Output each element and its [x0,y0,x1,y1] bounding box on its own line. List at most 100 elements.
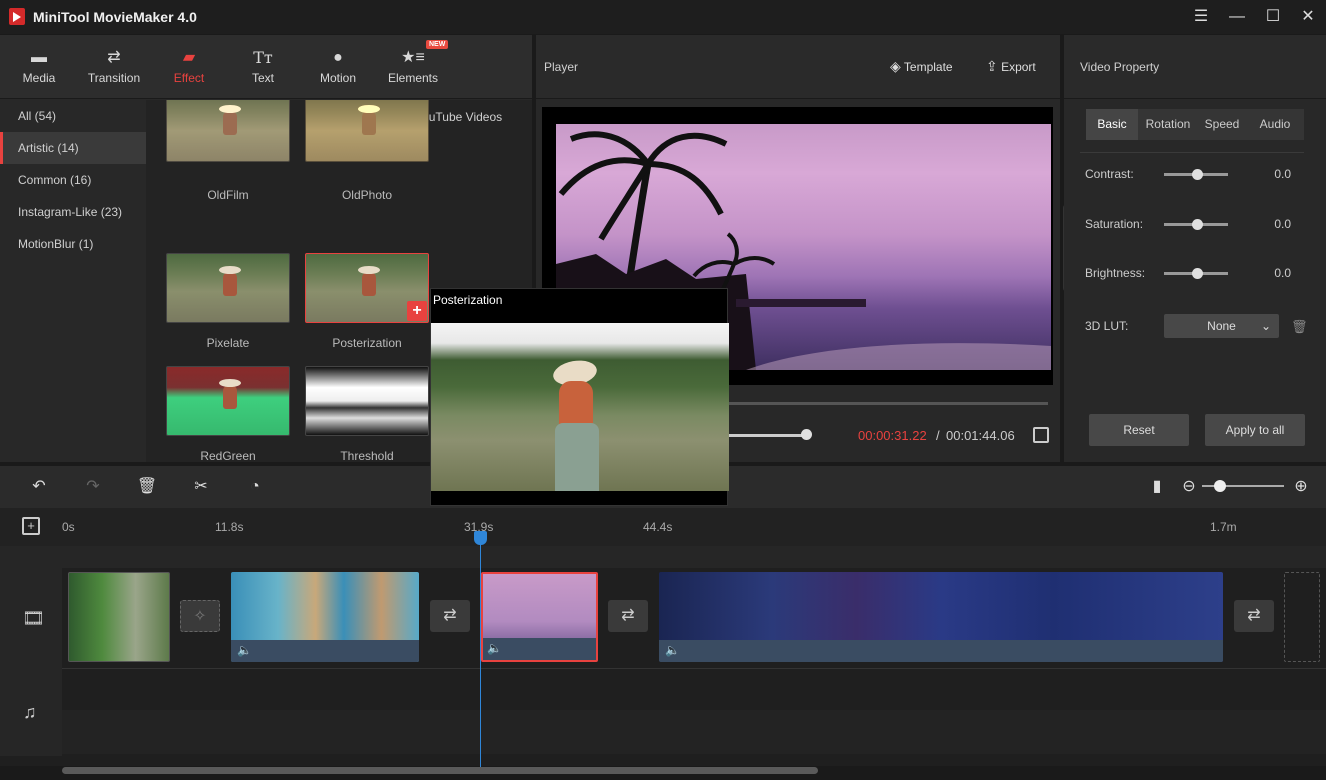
timeline-scrollbar[interactable] [62,767,818,774]
export-label: Export [1001,60,1036,74]
dress-shape [555,423,599,491]
playback-progress[interactable] [726,402,1048,405]
scissors-icon[interactable]: ✂ [190,476,212,498]
main-toolbar: ▬ Media ⇄ Transition ▰ Effect Tт Text ● … [0,35,532,99]
transition-swap-icon[interactable]: ⇄ [1234,600,1274,632]
folder-icon: ▬ [8,49,70,67]
speaker-icon: 🔈 [237,643,252,657]
redo-icon[interactable]: ↷ [82,476,104,498]
volume-slider[interactable] [726,434,806,437]
music-track[interactable] [62,710,1326,754]
chevron-down-icon: ⌄ [1261,314,1271,338]
new-badge: NEW [426,40,448,49]
saturation-knob[interactable] [1192,219,1203,230]
category-list: All (54) Artistic (14) Common (16) Insta… [0,100,146,462]
effect-thumb-oldphoto[interactable] [305,100,429,162]
effect-thumb-oldfilm[interactable] [166,100,290,162]
property-tabs: Basic Rotation Speed Audio [1086,109,1304,140]
category-instagram-like[interactable]: Instagram-Like (23) [0,196,146,228]
effect-label-pixelate: Pixelate [166,336,290,350]
zoom-in-icon[interactable]: ⊕ [1290,476,1312,498]
effect-thumb-threshold[interactable] [305,366,429,436]
property-title: Video Property [1080,60,1159,74]
category-common[interactable]: Common (16) [0,164,146,196]
reset-button[interactable]: Reset [1089,414,1189,446]
undo-icon[interactable]: ↶ [28,476,50,498]
track-top-gap [62,546,1326,568]
player-title: Player [544,60,578,74]
contrast-label: Contrast: [1085,167,1134,181]
lut-label: 3D LUT: [1085,319,1128,333]
lut-dropdown[interactable]: None ⌄ [1164,314,1279,338]
tab-motion[interactable]: ● Motion [310,35,366,99]
effect-label-threshold: Threshold [305,449,429,462]
fullscreen-icon[interactable] [1033,427,1049,443]
transition-placeholder-icon[interactable]: ✧ [180,600,220,632]
trash-icon[interactable]: 🗑 [1291,319,1303,333]
video-clip-1[interactable] [68,572,170,662]
brightness-knob[interactable] [1192,268,1203,279]
tab-media[interactable]: ▬ Media [8,35,70,99]
effect-label-redgreen: RedGreen [166,449,290,462]
template-button[interactable]: ◈ Template [890,58,953,75]
film-icon: 🎞 [22,608,45,629]
timeline-ruler[interactable]: + 0s 11.8s 31.9s 44.4s 1.7m [0,508,1326,546]
template-label: Template [904,60,953,74]
apply-to-all-button[interactable]: Apply to all [1205,414,1305,446]
zoom-knob[interactable] [1214,480,1226,492]
effect-thumb-pixelate[interactable] [166,253,290,323]
speaker-icon: 🔈 [665,643,680,657]
divider [1080,152,1304,153]
transition-swap-icon[interactable]: ⇄ [430,600,470,632]
tab-effect[interactable]: ▰ Effect [160,35,218,99]
tick-label: 0s [62,520,75,534]
playhead-handle[interactable] [474,531,487,545]
delete-icon[interactable]: 🗑 [136,476,158,498]
minimize-icon[interactable]: — [1226,6,1248,28]
speed-icon[interactable]: ◔ [244,476,266,498]
tab-motion-label: Motion [320,71,356,85]
split-audio-icon[interactable]: ▮ [1146,476,1168,498]
tick-label: 44.4s [643,520,672,534]
property-header: Video Property [1064,35,1326,99]
tab-basic[interactable]: Basic [1086,109,1138,140]
effect-label-posterization: Posterization [305,336,429,350]
empty-clip-slot[interactable] [1284,572,1320,662]
tick-label: 1.7m [1210,520,1237,534]
video-clip-3-selected[interactable]: 🔈 [481,572,598,662]
lut-value: None [1207,319,1236,333]
tab-media-label: Media [23,71,56,85]
contrast-knob[interactable] [1192,169,1203,180]
category-all[interactable]: All (54) [0,100,146,132]
tab-speed[interactable]: Speed [1198,109,1246,140]
zoom-out-icon[interactable]: ⊖ [1178,476,1200,498]
effect-thumb-redgreen[interactable] [166,366,290,436]
effect-preview-popup: Posterization [430,288,728,506]
category-artistic[interactable]: Artistic (14) [0,132,146,164]
clip-audio-bar: 🔈 [231,640,419,662]
tick-label: 11.8s [215,520,243,534]
add-track-icon[interactable]: + [22,517,40,535]
export-button[interactable]: ⇪ Export [986,58,1036,75]
playhead-line[interactable] [480,538,481,768]
maximize-icon[interactable]: ☐ [1262,6,1284,28]
tab-rotation[interactable]: Rotation [1138,109,1198,140]
music-icon: ♫ [23,702,37,723]
add-effect-icon[interactable]: + [407,301,427,321]
tab-text[interactable]: Tт Text [236,35,290,99]
tab-audio[interactable]: Audio [1246,109,1304,140]
effect-label-oldphoto: OldPhoto [305,188,429,202]
close-icon[interactable]: ✕ [1297,6,1319,28]
volume-knob[interactable] [801,429,812,440]
video-clip-2[interactable]: 🔈 [231,572,419,662]
category-motionblur[interactable]: MotionBlur (1) [0,228,146,260]
tab-transition[interactable]: ⇄ Transition [80,35,148,99]
video-clip-4[interactable]: 🔈 [659,572,1223,662]
layers-icon: ◈ [890,58,901,74]
transition-swap-icon[interactable]: ⇄ [608,600,648,632]
hamburger-icon[interactable]: ☰ [1190,6,1212,28]
tab-elements-label: Elements [388,71,438,85]
contrast-value: 0.0 [1261,167,1291,181]
brightness-value: 0.0 [1261,266,1291,280]
effect-thumb-posterization[interactable]: + [305,253,429,323]
